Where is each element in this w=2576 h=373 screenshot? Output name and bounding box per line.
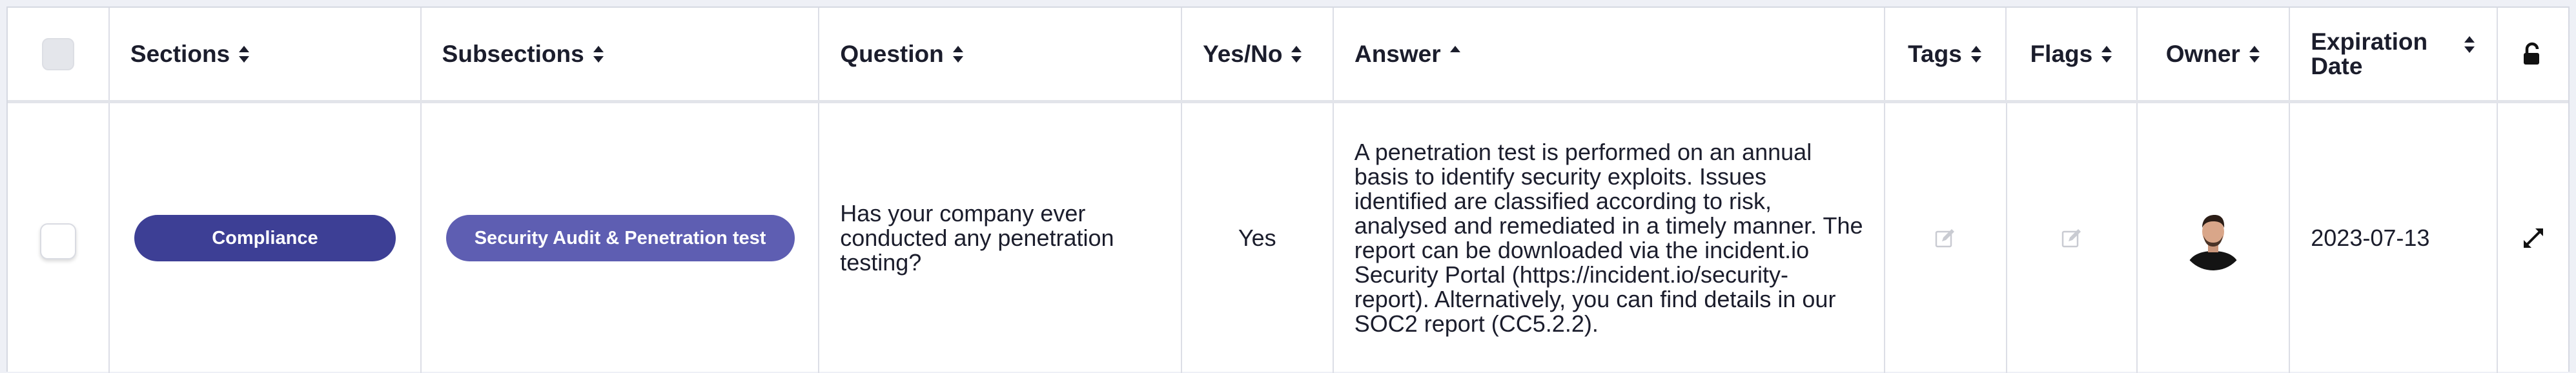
sort-both-icon[interactable] [2100, 43, 2113, 65]
header-subsections[interactable]: Subsections [422, 8, 820, 100]
header-select-cell [8, 8, 110, 100]
table-header: Sections Subsections Question Yes/No Ans… [8, 8, 2568, 103]
header-lock-cell [2498, 8, 2568, 100]
header-yes-no[interactable]: Yes/No [1182, 8, 1334, 100]
sort-both-icon[interactable] [1290, 43, 1303, 65]
header-label: Yes/No [1203, 40, 1283, 67]
sort-both-icon[interactable] [592, 43, 605, 65]
sort-both-icon[interactable] [2463, 34, 2476, 55]
row-checkbox[interactable] [39, 223, 76, 259]
edit-flags-icon[interactable] [2061, 227, 2083, 249]
flags-cell [2007, 103, 2138, 373]
subsection-cell: Security Audit & Penetration test [422, 103, 820, 373]
sort-both-icon[interactable] [952, 43, 965, 65]
section-cell: Compliance [110, 103, 422, 373]
header-sections[interactable]: Sections [110, 8, 422, 100]
expand-icon[interactable] [2521, 226, 2546, 250]
header-flags[interactable]: Flags [2007, 8, 2138, 100]
header-label: Answer [1354, 40, 1441, 67]
action-cell [2498, 103, 2568, 373]
header-label: Subsections [442, 40, 584, 67]
header-expiration-date[interactable]: Expiration Date [2290, 8, 2499, 100]
expiration-date: 2023-07-13 [2311, 225, 2430, 251]
header-label: Sections [130, 40, 230, 67]
answer-cell: A penetration test is performed on an an… [1334, 103, 1885, 373]
header-label: Tags [1908, 40, 1962, 67]
header-label: Question [840, 40, 944, 67]
header-tags[interactable]: Tags [1885, 8, 2007, 100]
owner-cell [2138, 103, 2291, 373]
unlock-icon[interactable] [2521, 42, 2546, 66]
header-question[interactable]: Question [819, 8, 1183, 100]
owner-avatar[interactable] [2181, 206, 2246, 270]
sort-both-icon[interactable] [1970, 43, 1983, 65]
header-owner[interactable]: Owner [2138, 8, 2291, 100]
select-all-checkbox[interactable] [41, 37, 74, 70]
sort-both-icon[interactable] [238, 43, 250, 65]
yes-no-cell: Yes [1182, 103, 1334, 373]
header-label: Owner [2165, 40, 2240, 67]
question-cell: Has your company ever conducted any pene… [819, 103, 1182, 373]
section-tag[interactable]: Compliance [134, 215, 396, 261]
question-text: Has your company ever conducted any pene… [840, 200, 1114, 276]
header-label: Expiration Date [2311, 28, 2428, 79]
row-select-cell [8, 103, 110, 373]
edit-tags-icon[interactable] [1934, 227, 1956, 249]
yes-no-value: Yes [1238, 225, 1276, 251]
tags-cell [1885, 103, 2007, 373]
sort-ascending-icon[interactable] [1449, 43, 1462, 65]
table-row[interactable]: Compliance Security Audit & Penetration … [8, 103, 2568, 373]
expiration-cell: 2023-07-13 [2290, 103, 2499, 373]
answer-text: A penetration test is performed on an an… [1354, 139, 1863, 337]
questionnaire-table: Sections Subsections Question Yes/No Ans… [6, 6, 2570, 373]
subsection-tag[interactable]: Security Audit & Penetration test [445, 215, 795, 261]
header-answer[interactable]: Answer [1334, 8, 1885, 100]
header-label: Flags [2030, 40, 2093, 67]
sort-both-icon[interactable] [2248, 43, 2261, 65]
